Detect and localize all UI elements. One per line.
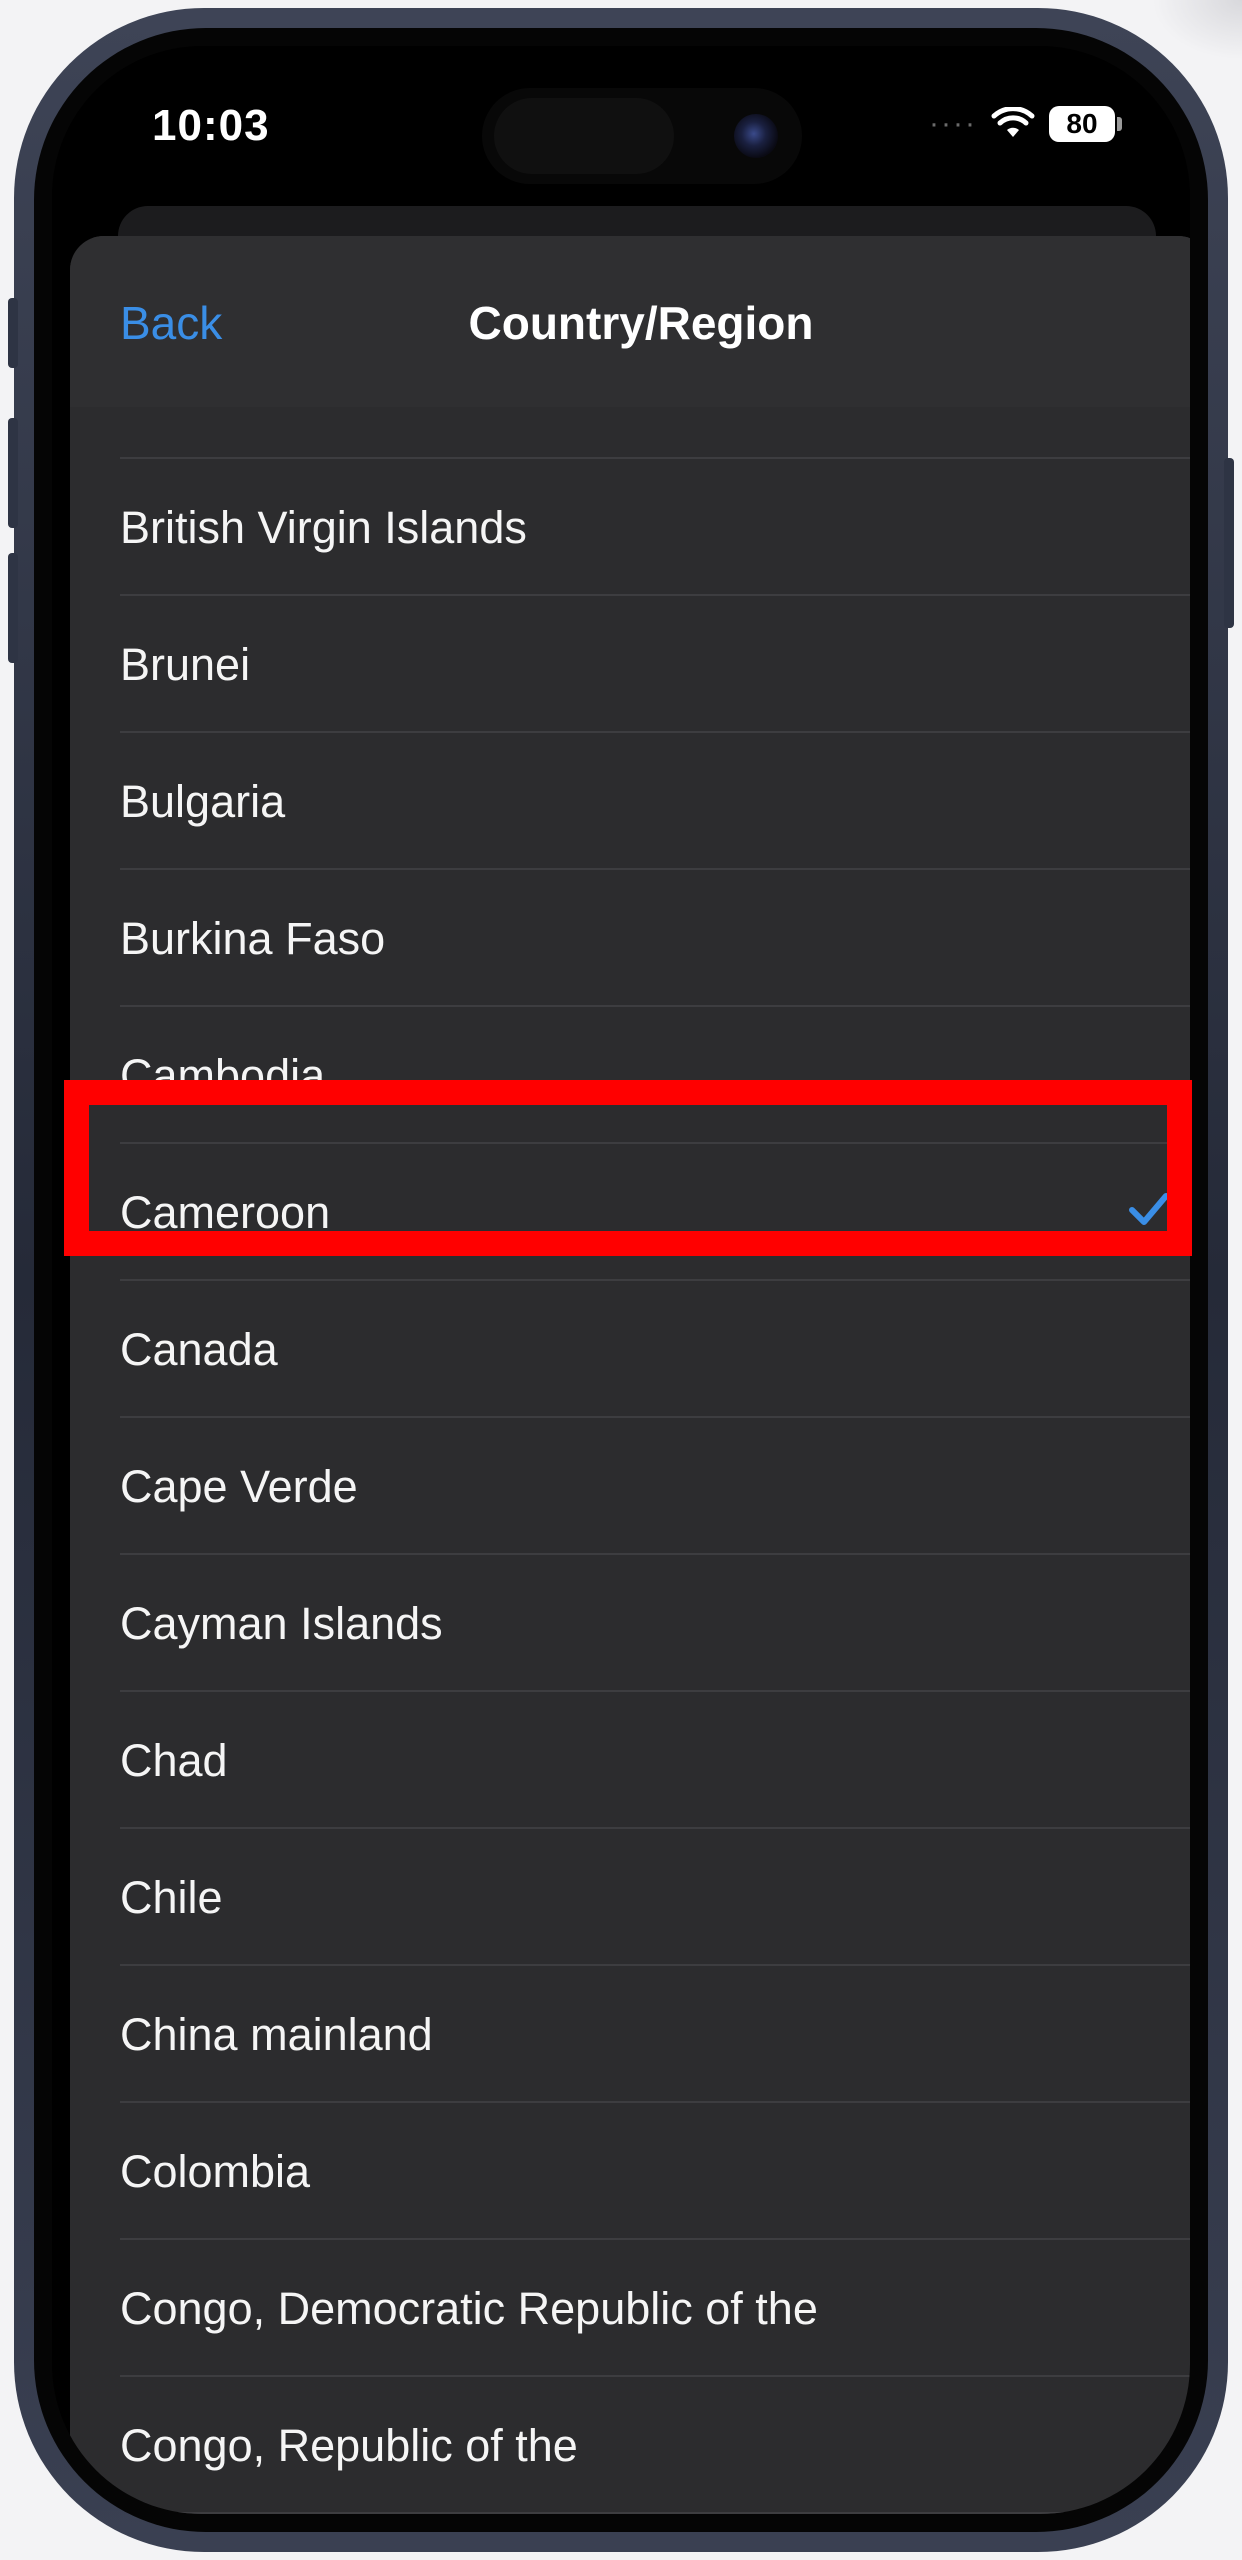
volume-down-button [8, 553, 18, 663]
volume-up-button [8, 418, 18, 528]
list-item-label: British Virgin Islands [120, 502, 527, 553]
list-item[interactable]: Burkina Faso [120, 868, 1190, 1005]
battery-tip [1117, 117, 1122, 131]
action-button [8, 298, 18, 368]
page-title: Country/Region [468, 297, 814, 349]
background-shadow [1152, 0, 1242, 60]
list-item-label: Cape Verde [120, 1461, 358, 1512]
list-item-label: Brunei [120, 639, 251, 690]
list-item-label: Canada [120, 1324, 278, 1375]
bezel: 10:03 ···· 80 Back Country/Region Britis… [34, 28, 1208, 2532]
country-region-sheet: Back Country/Region British Virgin Islan… [70, 236, 1190, 2514]
list-item[interactable]: Cambodia [120, 1005, 1190, 1142]
dynamic-island [482, 88, 802, 184]
screen: 10:03 ···· 80 Back Country/Region Britis… [52, 46, 1190, 2514]
front-camera-icon [734, 114, 778, 158]
list-item[interactable]: Brunei [120, 594, 1190, 731]
power-button [1224, 458, 1234, 628]
list-item-label: Cayman Islands [120, 1598, 443, 1649]
list-item[interactable]: Bulgaria [120, 731, 1190, 868]
checkmark-icon [1129, 1193, 1169, 1225]
list-item-label: Congo, Republic of the [120, 2420, 578, 2471]
island-sensor [494, 98, 674, 174]
signal-icon: ···· [929, 107, 977, 140]
list-item[interactable]: Cape Verde [120, 1416, 1190, 1553]
list-item-label: Cameroon [120, 1187, 331, 1238]
page: 10:03 ···· 80 Back Country/Region Britis… [0, 0, 1242, 2560]
list-item-selected[interactable]: Cameroon [120, 1142, 1190, 1279]
list-item-label: Colombia [120, 2146, 311, 2197]
list-item[interactable]: Cayman Islands [120, 1553, 1190, 1690]
navigation-bar: Back Country/Region [70, 236, 1190, 407]
phone-frame: 10:03 ···· 80 Back Country/Region Britis… [8, 8, 1234, 2552]
list-item[interactable]: British Virgin Islands [120, 457, 1190, 594]
list-item[interactable]: Chile [120, 1827, 1190, 1964]
list-item[interactable]: Congo, Republic of the [120, 2375, 1190, 2512]
list-item[interactable]: China mainland [120, 1964, 1190, 2101]
status-time: 10:03 [152, 101, 270, 150]
status-indicators: ···· 80 [929, 104, 1122, 144]
battery-level: 80 [1049, 106, 1115, 142]
list-item-label: Cambodia [120, 1050, 326, 1101]
list-item-label: Chile [120, 1872, 223, 1923]
list-item-label: China mainland [120, 2009, 433, 2060]
country-list[interactable]: British Virgin Islands Brunei Bulgaria B… [70, 457, 1190, 2514]
list-item-label: Bulgaria [120, 776, 286, 827]
list-item[interactable] [120, 2512, 1190, 2514]
battery-icon: 80 [1049, 106, 1122, 142]
wifi-icon [991, 107, 1035, 137]
list-item[interactable]: Canada [120, 1279, 1190, 1416]
list-item[interactable]: Congo, Democratic Republic of the [120, 2238, 1190, 2375]
list-item[interactable]: Chad [120, 1690, 1190, 1827]
list-item-label: Congo, Democratic Republic of the [120, 2283, 818, 2334]
list-item-label: Chad [120, 1735, 228, 1786]
list-item-label: Burkina Faso [120, 913, 386, 964]
list-item[interactable]: Colombia [120, 2101, 1190, 2238]
